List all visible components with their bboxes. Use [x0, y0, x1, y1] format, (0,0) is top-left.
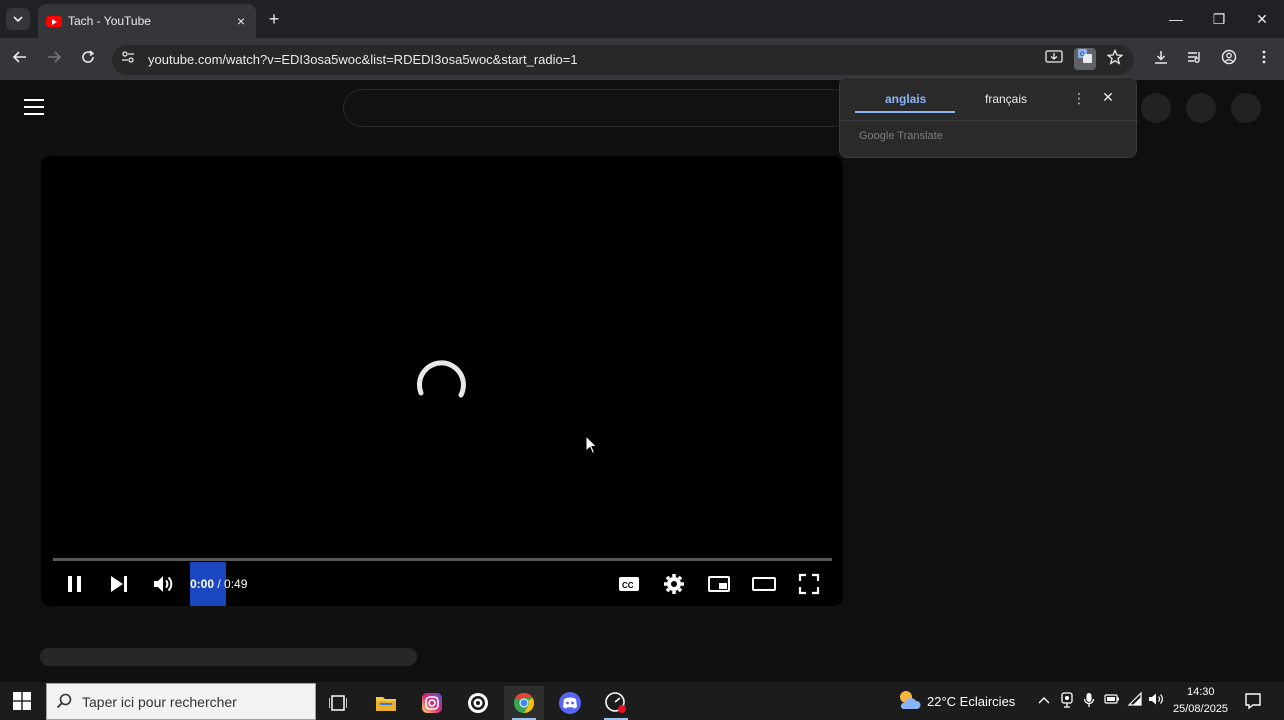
screen-recorder-button[interactable]: [596, 686, 636, 720]
bookmark-star-icon[interactable]: [1105, 48, 1125, 69]
translate-brand: Google Translate: [859, 130, 943, 142]
discord-icon: [559, 692, 581, 714]
back-arrow-icon[interactable]: [10, 49, 30, 69]
chevron-down-icon: [13, 16, 23, 22]
tray-microphone-icon[interactable]: [1081, 692, 1097, 708]
taskbar-search-placeholder[interactable]: Taper ici pour rechercher: [82, 694, 237, 710]
task-view-button[interactable]: [318, 686, 358, 720]
media-controls-icon[interactable]: [1185, 49, 1205, 69]
next-button[interactable]: [107, 572, 131, 596]
divider: [840, 120, 1138, 121]
active-tab-indicator: [855, 111, 955, 113]
duration: 0:49: [224, 577, 248, 591]
translate-popup: anglais français ⋮ ✕ Google Translate: [839, 77, 1138, 158]
weather-partly-cloudy-icon: [900, 691, 921, 709]
target-app-button[interactable]: [458, 686, 498, 720]
target-app-icon: [468, 693, 488, 713]
new-tab-button[interactable]: +: [264, 9, 284, 29]
tab-close-icon[interactable]: ×: [232, 12, 250, 30]
url-text[interactable]: youtube.com/watch?v=EDI3osa5woc&list=RDE…: [148, 52, 578, 67]
windows-start-icon[interactable]: [13, 692, 31, 710]
volume-button[interactable]: [151, 572, 175, 596]
progress-bar[interactable]: [53, 558, 832, 561]
weather-description: Eclaircies: [959, 694, 1016, 709]
site-info-icon[interactable]: [118, 49, 138, 69]
tray-wifi-icon[interactable]: [1127, 691, 1143, 708]
task-view-icon: [329, 695, 347, 711]
settings-gear-icon[interactable]: [662, 572, 686, 596]
window-restore-button[interactable]: ❐: [1208, 9, 1230, 29]
taskbar-clock-time[interactable]: 14:30: [1187, 686, 1215, 698]
translate-icon[interactable]: G: [1074, 48, 1096, 70]
mouse-cursor-icon: [585, 435, 597, 455]
tray-webcam-icon[interactable]: [1059, 692, 1075, 708]
tab-title: Tach - YouTube: [68, 14, 151, 28]
instagram-button[interactable]: [412, 686, 452, 720]
fullscreen-button[interactable]: [797, 572, 821, 596]
reload-icon[interactable]: [78, 49, 98, 69]
hamburger-menu-icon[interactable]: [24, 99, 44, 115]
current-time: 0:00: [190, 577, 215, 591]
tray-chevron-up-icon[interactable]: [1036, 692, 1052, 708]
loading-spinner-icon: [416, 360, 466, 398]
weather-temperature: 22°C: [927, 694, 957, 709]
translate-options-icon[interactable]: ⋮: [1072, 90, 1086, 106]
pause-button[interactable]: [63, 572, 87, 596]
youtube-search-box[interactable]: [343, 89, 853, 127]
header-avatar-placeholder[interactable]: [1231, 93, 1261, 123]
time-display: 0:00 / 0:49: [190, 577, 247, 591]
browser-tab-active[interactable]: Tach - YouTube ×: [38, 4, 256, 38]
discord-button[interactable]: [550, 686, 590, 720]
youtube-favicon-icon: [46, 15, 62, 27]
window-minimize-button[interactable]: —: [1165, 9, 1187, 29]
notifications-icon[interactable]: [1244, 692, 1262, 710]
translate-close-icon[interactable]: ✕: [1100, 89, 1116, 105]
chrome-icon: [514, 693, 534, 713]
translate-target-language-tab[interactable]: français: [985, 92, 1027, 106]
time-separator: /: [214, 577, 225, 591]
taskbar-clock-date[interactable]: 25/08/2025: [1173, 703, 1228, 715]
forward-arrow-icon[interactable]: [44, 49, 64, 69]
window-close-button[interactable]: ✕: [1251, 9, 1273, 29]
instagram-icon: [422, 693, 442, 713]
tray-battery-icon[interactable]: [1104, 692, 1120, 708]
header-action-placeholder[interactable]: [1141, 93, 1171, 123]
search-icon: [56, 693, 72, 709]
tray-volume-icon[interactable]: [1148, 692, 1164, 708]
downloads-icon[interactable]: [1151, 49, 1171, 69]
captions-button[interactable]: CC: [617, 572, 641, 596]
file-explorer-button[interactable]: [366, 686, 406, 720]
install-app-icon[interactable]: [1044, 49, 1064, 69]
tab-search-button[interactable]: [6, 8, 30, 30]
weather-widget[interactable]: 22°C Eclaircies: [927, 694, 1015, 709]
miniplayer-button[interactable]: [707, 572, 731, 596]
translate-source-language-tab[interactable]: anglais: [885, 92, 926, 106]
svg-text:G: G: [1080, 52, 1085, 58]
profile-icon[interactable]: [1219, 49, 1239, 69]
chrome-button[interactable]: [504, 686, 544, 720]
svg-text:CC: CC: [622, 581, 634, 590]
folder-icon: [376, 697, 396, 711]
theater-mode-button[interactable]: [752, 572, 776, 596]
video-title-placeholder: [40, 648, 417, 666]
header-action-placeholder[interactable]: [1186, 93, 1216, 123]
screen-recorder-icon: [605, 692, 626, 713]
browser-menu-icon[interactable]: [1254, 49, 1274, 69]
